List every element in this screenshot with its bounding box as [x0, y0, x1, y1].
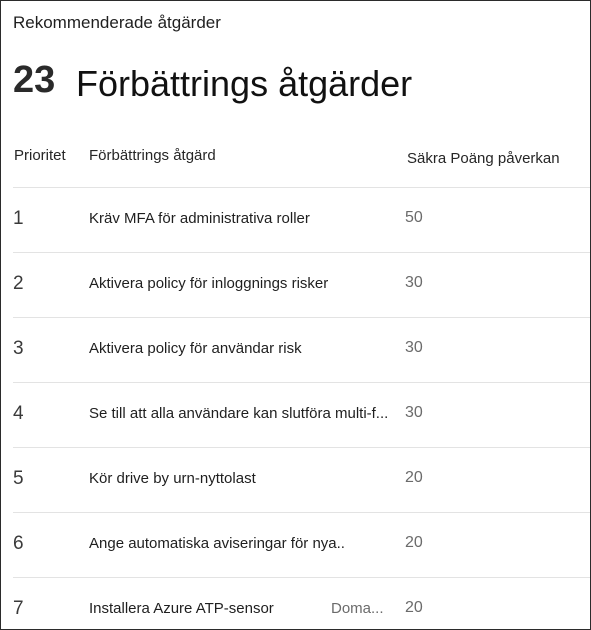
actions-count: 23 [13, 59, 56, 101]
column-header-priority[interactable]: Prioritet [14, 147, 66, 164]
table-row[interactable]: 1 Kräv MFA för administrativa roller 50 [13, 187, 590, 252]
row-impact: 30 [405, 404, 423, 421]
column-header-impact[interactable]: Säkra Poäng påverkan [407, 150, 560, 167]
table-row[interactable]: 7 Installera Azure ATP-sensor Doma... 20 [13, 577, 590, 629]
row-action-link[interactable]: Se till att alla användare kan slutföra … [89, 405, 388, 422]
card-title: Rekommenderade åtgärder [13, 13, 221, 32]
row-priority: 4 [13, 403, 24, 424]
table-row[interactable]: 4 Se till att alla användare kan slutför… [13, 382, 590, 447]
actions-table: 1 Kräv MFA för administrativa roller 50 … [13, 187, 590, 629]
row-impact: 30 [405, 339, 423, 356]
row-action-link[interactable]: Ange automatiska aviseringar för nya.. [89, 535, 345, 552]
row-action-link[interactable]: Kräv MFA för administrativa roller [89, 210, 310, 227]
row-priority: 2 [13, 273, 24, 294]
row-priority: 1 [13, 208, 24, 229]
row-priority: 5 [13, 468, 24, 489]
row-priority: 6 [13, 533, 24, 554]
row-category: Doma... [331, 600, 384, 617]
row-action-link[interactable]: Installera Azure ATP-sensor [89, 600, 274, 617]
recommended-actions-card: Rekommenderade åtgärder 23 Förbättrings … [0, 0, 591, 630]
row-impact: 20 [405, 469, 423, 486]
row-priority: 7 [13, 598, 24, 619]
column-header-action[interactable]: Förbättrings åtgärd [89, 147, 216, 164]
row-impact: 20 [405, 534, 423, 551]
row-priority: 3 [13, 338, 24, 359]
row-action-link[interactable]: Aktivera policy för inloggnings risker [89, 275, 328, 292]
row-action-link[interactable]: Kör drive by urn-nyttolast [89, 470, 256, 487]
table-row[interactable]: 6 Ange automatiska aviseringar för nya..… [13, 512, 590, 577]
table-row[interactable]: 5 Kör drive by urn-nyttolast 20 [13, 447, 590, 512]
headline-label: Förbättrings åtgärder [76, 63, 413, 104]
table-row[interactable]: 3 Aktivera policy för användar risk 30 [13, 317, 590, 382]
table-row[interactable]: 2 Aktivera policy för inloggnings risker… [13, 252, 590, 317]
row-impact: 20 [405, 599, 423, 616]
row-action-link[interactable]: Aktivera policy för användar risk [89, 340, 302, 357]
row-impact: 50 [405, 209, 423, 226]
row-impact: 30 [405, 274, 423, 291]
